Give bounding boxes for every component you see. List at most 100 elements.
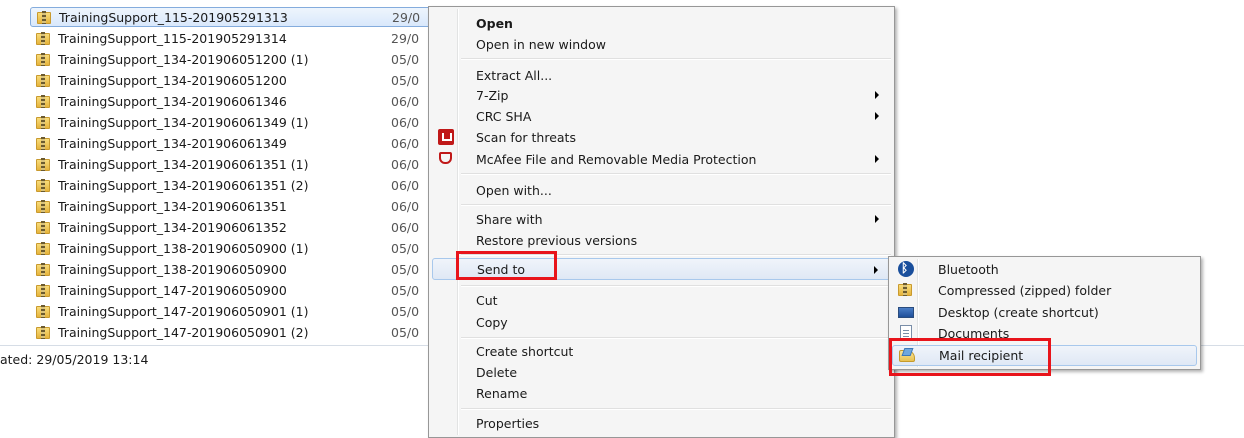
menu-item-label: Send to	[477, 261, 526, 277]
menu-item-label: 7-Zip	[476, 87, 509, 103]
menu-item-label: Open with...	[476, 182, 552, 198]
menu-item-label: Restore previous versions	[476, 232, 638, 248]
menu-item-label: Scan for threats	[476, 129, 576, 145]
file-name: TrainingSupport_115-201905291314	[58, 30, 287, 46]
file-name: TrainingSupport_147-201906050901 (1)	[58, 303, 309, 319]
menu-separator	[461, 173, 891, 175]
file-name: TrainingSupport_134-201906061351 (1)	[58, 156, 309, 172]
send-to-bluetooth[interactable]: Bluetooth	[892, 259, 1197, 279]
send-to-documents[interactable]: Documents	[892, 323, 1197, 343]
menu-item-label: Cut	[476, 292, 498, 308]
menu-item-open-with[interactable]: Open with...	[432, 180, 891, 200]
file-date: 05/0	[391, 303, 420, 319]
zip-folder-icon	[36, 31, 50, 45]
menu-item-label: Open	[476, 15, 513, 31]
zip-folder-icon	[36, 304, 50, 318]
file-name: TrainingSupport_134-201906061351 (2)	[58, 177, 309, 193]
menu-item-create-shortcut[interactable]: Create shortcut	[432, 341, 891, 361]
submenu-arrow-icon	[875, 215, 879, 223]
mcafee-outline-icon	[439, 152, 452, 164]
file-date: 05/0	[391, 282, 420, 298]
menu-item-cut[interactable]: Cut	[432, 290, 891, 310]
zip-folder-icon	[36, 241, 50, 255]
bluetooth-icon	[898, 261, 914, 277]
menu-item-label: Create shortcut	[476, 343, 574, 359]
menu-item-rename[interactable]: Rename	[432, 383, 891, 403]
date-created-text: ated: 29/05/2019 13:14	[0, 352, 149, 367]
mcafee-shield-icon	[438, 129, 454, 145]
submenu-item-label: Desktop (create shortcut)	[938, 304, 1099, 320]
menu-item-restore-versions[interactable]: Restore previous versions	[432, 230, 891, 250]
send-to-submenu: Bluetooth Compressed (zipped) folder Des…	[888, 256, 1201, 370]
menu-separator	[461, 204, 891, 206]
file-date: 05/0	[391, 51, 420, 67]
menu-item-label: Extract All...	[476, 67, 553, 83]
file-name: TrainingSupport_134-201906061349 (1)	[58, 114, 309, 130]
zip-folder-icon	[37, 10, 51, 24]
zip-folder-icon	[36, 52, 50, 66]
menu-separator	[461, 285, 891, 287]
zip-folder-icon	[36, 115, 50, 129]
menu-item-extract-all[interactable]: Extract All...	[432, 65, 891, 85]
menu-separator	[461, 254, 891, 256]
file-date: 05/0	[391, 324, 420, 340]
file-name: TrainingSupport_134-201906051200 (1)	[58, 51, 309, 67]
menu-item-open-new-window[interactable]: Open in new window	[432, 34, 891, 54]
zip-folder-icon	[36, 220, 50, 234]
file-date: 06/0	[391, 198, 420, 214]
menu-item-crc-sha[interactable]: CRC SHA	[432, 106, 891, 126]
file-date: 06/0	[391, 156, 420, 172]
menu-item-label: Copy	[476, 314, 508, 330]
menu-item-scan-threats[interactable]: Scan for threats	[432, 127, 891, 147]
menu-item-label: Delete	[476, 364, 518, 380]
file-date: 29/0	[392, 9, 421, 25]
menu-item-label: Open in new window	[476, 36, 606, 52]
zip-folder-icon	[36, 94, 50, 108]
file-name: TrainingSupport_147-201906050901 (2)	[58, 324, 309, 340]
zip-folder-icon	[36, 325, 50, 339]
menu-item-mcafee-protection[interactable]: McAfee File and Removable Media Protecti…	[432, 149, 891, 169]
file-date: 06/0	[391, 114, 420, 130]
zip-folder-icon	[898, 283, 914, 299]
submenu-item-label: Compressed (zipped) folder	[938, 282, 1112, 298]
document-icon	[900, 325, 912, 341]
zip-folder-icon	[36, 136, 50, 150]
menu-separator	[461, 408, 891, 410]
file-name: TrainingSupport_115-201905291313	[59, 9, 288, 25]
menu-item-label: Rename	[476, 385, 528, 401]
menu-item-properties[interactable]: Properties	[432, 413, 891, 433]
submenu-item-label: Bluetooth	[938, 261, 999, 277]
send-to-mail-recipient[interactable]: Mail recipient	[892, 345, 1197, 366]
file-name: TrainingSupport_134-201906061349	[58, 135, 287, 151]
file-name: TrainingSupport_138-201906050900 (1)	[58, 240, 309, 256]
zip-folder-icon	[36, 283, 50, 297]
zip-folder-icon	[36, 178, 50, 192]
file-date: 06/0	[391, 135, 420, 151]
file-date: 06/0	[391, 177, 420, 193]
menu-item-label: Share with	[476, 211, 543, 227]
zip-folder-icon	[36, 73, 50, 87]
file-name: TrainingSupport_134-201906061351	[58, 198, 287, 214]
submenu-item-label: Documents	[938, 325, 1010, 341]
zip-folder-icon	[36, 157, 50, 171]
file-date: 05/0	[391, 72, 420, 88]
context-menu: Open Open in new window Extract All... 7…	[428, 6, 895, 438]
menu-item-copy[interactable]: Copy	[432, 312, 891, 332]
file-date: 05/0	[391, 261, 420, 277]
menu-item-send-to[interactable]: Send to	[432, 258, 891, 280]
send-to-compressed-folder[interactable]: Compressed (zipped) folder	[892, 280, 1197, 300]
menu-item-delete[interactable]: Delete	[432, 362, 891, 382]
file-name: TrainingSupport_134-201906051200	[58, 72, 287, 88]
zip-folder-icon	[36, 262, 50, 276]
file-date: 29/0	[391, 30, 420, 46]
file-name: TrainingSupport_138-201906050900	[58, 261, 287, 277]
file-name: TrainingSupport_147-201906050900	[58, 282, 287, 298]
file-name: TrainingSupport_134-201906061352	[58, 219, 287, 235]
menu-item-share-with[interactable]: Share with	[432, 209, 891, 229]
submenu-item-label: Mail recipient	[939, 348, 1024, 363]
menu-item-7zip[interactable]: 7-Zip	[432, 85, 891, 105]
zip-folder-icon	[36, 199, 50, 213]
menu-item-open[interactable]: Open	[432, 13, 891, 33]
send-to-desktop[interactable]: Desktop (create shortcut)	[892, 302, 1197, 322]
file-date: 06/0	[391, 219, 420, 235]
